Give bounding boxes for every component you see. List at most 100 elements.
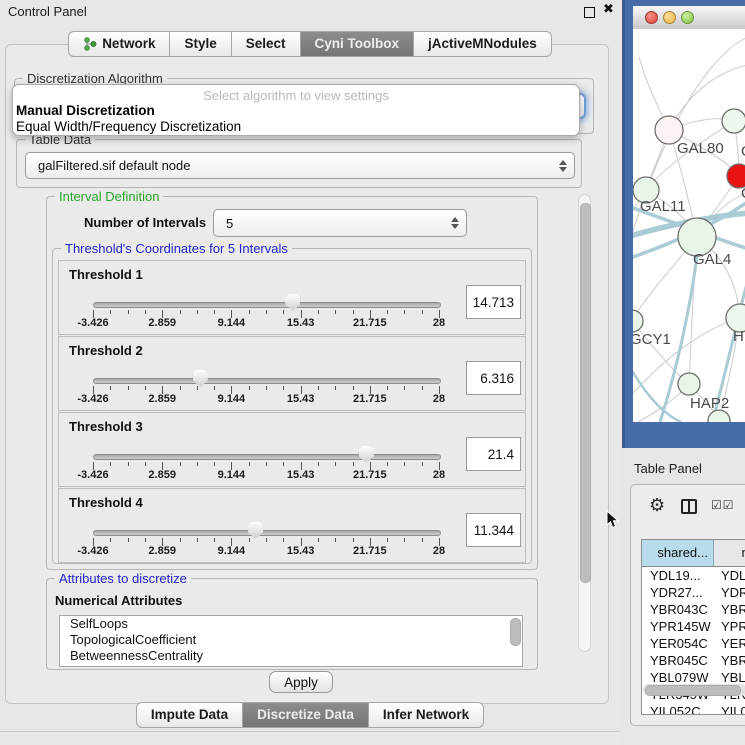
network-view-window: GAL80GACGAL11GAL4GCY1HHAP2: [622, 0, 745, 448]
table-row[interactable]: YBR043CYBR0: [642, 601, 745, 618]
slider-tick-label: 21.715: [348, 545, 392, 557]
slider-handle[interactable]: [193, 370, 208, 387]
threshold-panel: Threshold 2-3.4262.8599.14415.4321.71528…: [58, 336, 526, 411]
table-row[interactable]: YPR145WYPR1: [642, 618, 745, 635]
select-columns-icon[interactable]: ☑☑: [711, 498, 735, 512]
threshold-value-field[interactable]: 21.4: [466, 437, 521, 471]
gear-icon[interactable]: ⚙: [649, 497, 665, 515]
tab-select[interactable]: Select: [232, 31, 301, 57]
table-hscrollbar-track[interactable]: [643, 684, 745, 696]
numerical-attribute-item[interactable]: SelfLoops: [60, 616, 522, 632]
table-row[interactable]: YDL19...YDL1: [642, 567, 745, 584]
slider-tick: [110, 386, 111, 390]
tab-infer-network[interactable]: Infer Network: [369, 702, 484, 728]
network-graph: GAL80GACGAL11GAL4GCY1HHAP2: [633, 29, 745, 422]
slider-handle[interactable]: [285, 294, 300, 311]
node-label: GA: [741, 143, 745, 160]
numerical-attribute-item[interactable]: TopologicalCoefficient: [60, 632, 522, 648]
slider-tick: [128, 310, 129, 314]
slider-track[interactable]: [93, 378, 441, 384]
table-row[interactable]: YIL052CYIL0: [642, 703, 745, 715]
slider-tick: [318, 386, 319, 390]
table-row[interactable]: YBR045CYBR0: [642, 652, 745, 669]
tab-cyni-toolbox[interactable]: Cyni Toolbox: [301, 31, 415, 57]
float-window-icon[interactable]: [584, 7, 595, 18]
slider-tick-label: 9.144: [209, 317, 253, 329]
slider-tick: [335, 462, 336, 466]
traffic-light-zoom-icon[interactable]: [681, 11, 694, 24]
slider-tick-label: 15.43: [279, 317, 323, 329]
slider-tick-label: 21.715: [348, 469, 392, 481]
tab-jactivemnodules[interactable]: jActiveMNodules: [414, 31, 552, 57]
GA-node[interactable]: [722, 109, 745, 133]
threshold-panel: Threshold 4-3.4262.8599.14415.4321.71528…: [58, 488, 526, 563]
table-row[interactable]: YDR27...YDR2: [642, 584, 745, 601]
algorithm-popup-item[interactable]: Manual Discretization: [13, 103, 579, 119]
algorithm-popup-placeholder: Select algorithm to view settings: [13, 85, 579, 103]
attributes-group: Attributes to discretize Numerical Attri…: [46, 578, 538, 670]
tab-discretize-data[interactable]: Discretize Data: [243, 702, 369, 728]
slider-tick: [318, 310, 319, 314]
table-cell: YDL1: [714, 567, 745, 584]
slider-track[interactable]: [93, 302, 441, 308]
numerical-attribute-item[interactable]: BetweennessCentrality: [60, 648, 522, 664]
slider-tick: [387, 310, 388, 314]
slider-handle[interactable]: [248, 522, 263, 539]
slider-track[interactable]: [93, 454, 441, 460]
table-cell: YBR045C: [642, 652, 714, 669]
threshold-value-field[interactable]: 11.344: [466, 513, 521, 547]
slider-tick-label: 21.715: [348, 393, 392, 405]
combo-stepper-icon: [451, 217, 459, 229]
settings-scrollbar-thumb[interactable]: [580, 203, 591, 583]
table-column-header-shared[interactable]: shared...: [642, 540, 714, 566]
slider-track[interactable]: [93, 530, 441, 536]
slider-tick: [214, 310, 215, 314]
table-row[interactable]: YER054CYER0: [642, 635, 745, 652]
network-canvas[interactable]: GAL80GACGAL11GAL4GCY1HHAP2: [633, 29, 745, 422]
tab-label: Style: [184, 32, 216, 56]
slider-tick: [180, 538, 181, 542]
traffic-light-close-icon[interactable]: [645, 11, 658, 24]
close-icon[interactable]: ✖: [603, 2, 614, 17]
table-column-header-name[interactable]: na: [714, 540, 745, 566]
slider-tick-label: -3.426: [71, 317, 115, 329]
threshold-value-field[interactable]: 6.316: [466, 361, 521, 395]
slider-tick: [422, 538, 423, 542]
tab-network[interactable]: Network: [68, 31, 170, 57]
slider-tick: [180, 386, 181, 390]
network-window-titlebar[interactable]: [633, 6, 745, 30]
tab-style[interactable]: Style: [170, 31, 231, 57]
slider-tick: [283, 462, 284, 466]
interval-definition-title: Interval Definition: [55, 189, 163, 204]
table-data-group: Table Data galFiltered.sif default node: [16, 139, 582, 188]
number-of-intervals-combo[interactable]: 5: [213, 209, 467, 237]
slider-tick: [404, 386, 405, 390]
GCY1-node[interactable]: [633, 310, 643, 332]
table-data-combo[interactable]: galFiltered.sif default node: [25, 152, 575, 179]
traffic-light-minimize-icon[interactable]: [663, 11, 676, 24]
apply-button[interactable]: Apply: [269, 671, 333, 693]
HAP2-node[interactable]: [678, 373, 700, 395]
slider-tick-label: 15.43: [279, 469, 323, 481]
slider-handle[interactable]: [359, 446, 374, 463]
slider-tick: [145, 310, 146, 314]
table-hscrollbar-thumb[interactable]: [645, 685, 741, 696]
algorithm-popup-item[interactable]: Equal Width/Frequency Discretization: [13, 119, 579, 135]
number-of-intervals-label: Number of Intervals: [84, 215, 206, 230]
slider-tick-label: 2.859: [140, 545, 184, 557]
slider-tick-label: 9.144: [209, 393, 253, 405]
slider-tick: [128, 538, 129, 542]
slider-tick: [266, 310, 267, 314]
table-cell: YER0: [714, 635, 745, 652]
bottom-tab-bar: Impute DataDiscretize DataInfer Network: [0, 702, 620, 728]
threshold-value-field[interactable]: 14.713: [466, 285, 521, 319]
threshold-label: Threshold 4: [69, 495, 143, 510]
table-panel-title: Table Panel: [634, 461, 702, 476]
slider-tick: [318, 538, 319, 542]
algorithm-popup: Select algorithm to view settings Manual…: [12, 84, 580, 136]
tab-impute-data[interactable]: Impute Data: [136, 702, 243, 728]
slider-tick: [197, 462, 198, 466]
list-scrollbar[interactable]: [510, 618, 521, 646]
settings-scrollbar-track[interactable]: [578, 194, 591, 652]
split-columns-icon[interactable]: [681, 499, 697, 514]
